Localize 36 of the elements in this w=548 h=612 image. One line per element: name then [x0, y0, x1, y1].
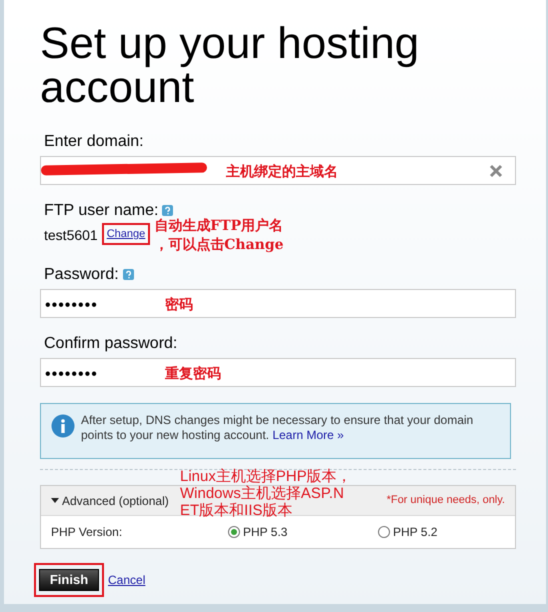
radio-button[interactable]: [228, 526, 240, 538]
username-text: test5601: [44, 226, 98, 245]
password-dots: ••••••••: [45, 296, 98, 316]
field-label: Enter domain:: [44, 132, 145, 152]
field-label: Password:: [44, 266, 119, 283]
annotation-text: Linux主机选择PHP版本，: [180, 468, 352, 485]
cancel-link[interactable]: Cancel: [108, 571, 146, 589]
advanced-toggle[interactable]: Advanced (optional): [51, 492, 169, 510]
radio-option[interactable]: PHP 5.2: [378, 523, 438, 541]
radio-button[interactable]: [378, 526, 390, 538]
annotation-text: 自动生成FTP用户名: [154, 217, 284, 236]
annotation-text: Windows主机选择ASP.N: [180, 485, 345, 502]
finish-button[interactable]: Finish: [39, 568, 99, 591]
annotation-text: 密码: [165, 296, 193, 315]
help-icon[interactable]: [122, 269, 134, 280]
page-title: Set up your hosting account: [40, 22, 420, 110]
change-link[interactable]: Change: [106, 226, 146, 242]
password-dots: ••••••••: [45, 365, 98, 385]
annotation-text: 主机绑定的主域名: [226, 162, 338, 182]
password-field[interactable]: •••••••• 密码: [40, 289, 516, 318]
info-icon: [51, 414, 75, 438]
info-text: After setup, DNS changes might be necessary to ensure that your domain points to your new hosting account. Learn More »: [81, 413, 474, 443]
annotation-text: 重复密码: [165, 364, 221, 384]
field-label: FTP user name:: [44, 202, 158, 219]
annotation-text: ET版本和IIS版本: [180, 502, 294, 519]
learn-more-link[interactable]: Learn More »: [272, 428, 344, 442]
caret-down-icon: [51, 498, 59, 503]
password-field[interactable]: •••••••• 重复密码: [40, 358, 516, 387]
hint-text: *For unique needs, only.: [386, 493, 505, 508]
domain-field[interactable]: 主机绑定的主域名: [40, 156, 516, 185]
annotation-text: ，可以点击Change: [154, 236, 284, 255]
field-label: Confirm password:: [44, 335, 178, 352]
clear-icon[interactable]: [489, 164, 503, 178]
help-icon[interactable]: [162, 205, 174, 216]
radio-option[interactable]: PHP 5.3: [228, 523, 378, 541]
field-label: PHP Version:: [51, 524, 124, 541]
